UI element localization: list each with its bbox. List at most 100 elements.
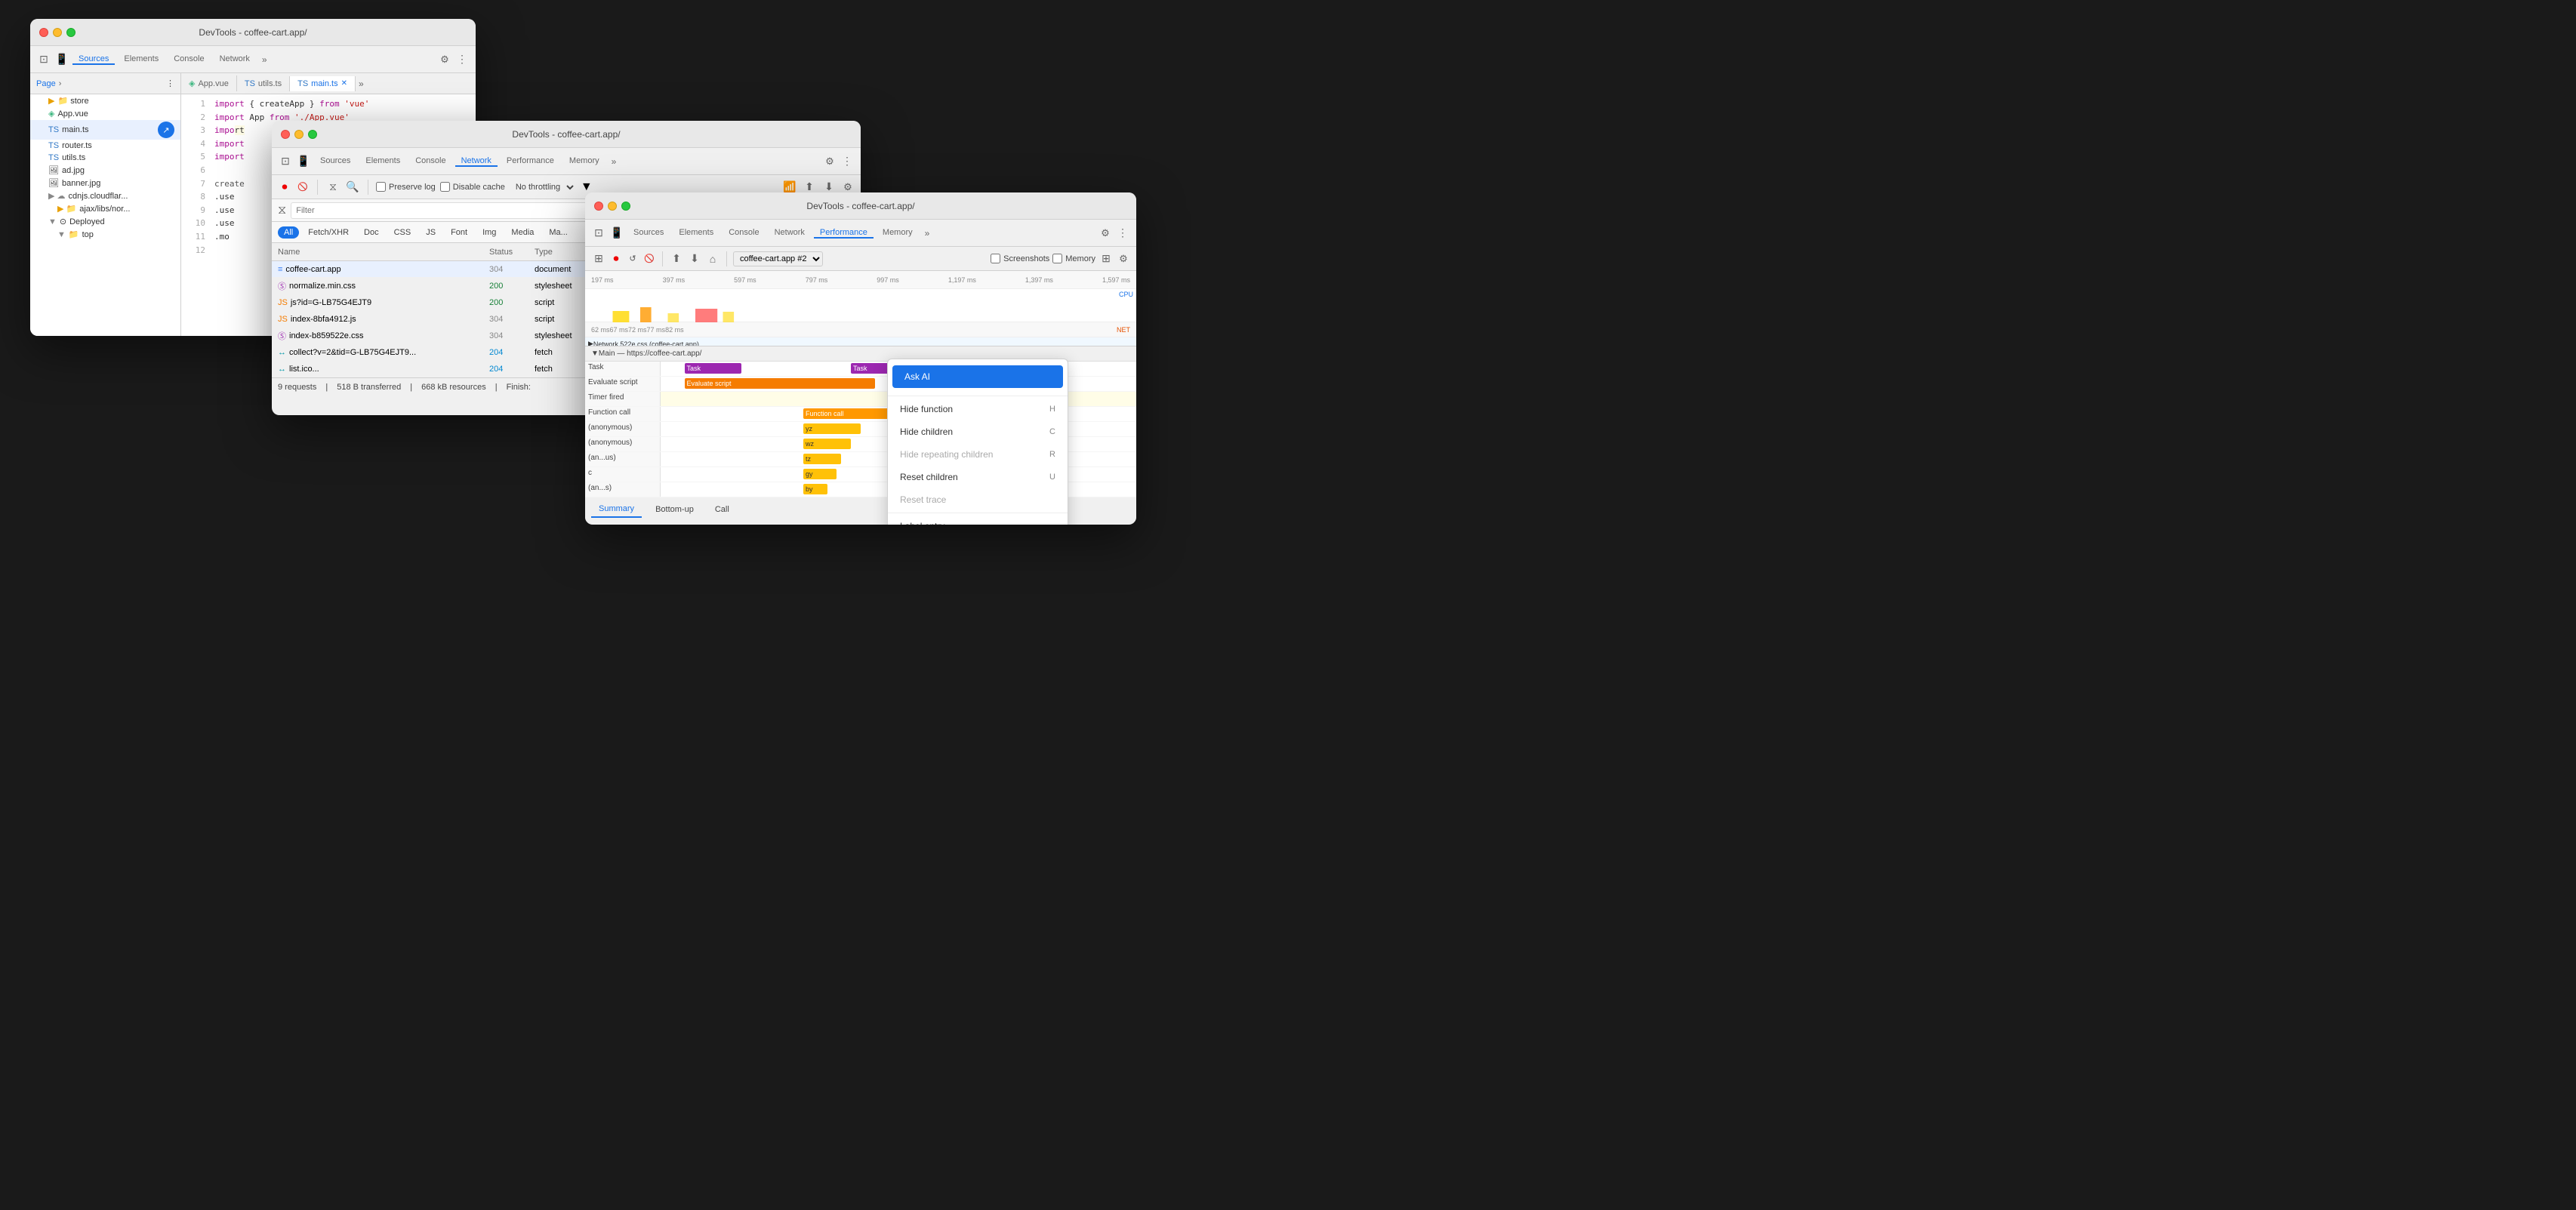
inspect-icon-2[interactable]: ⊡ — [278, 154, 293, 169]
perf-gear[interactable]: ⊞ — [1098, 251, 1114, 266]
ctx-ask-ai[interactable]: Ask AI — [892, 365, 1063, 388]
file-tree-menu[interactable]: ⋮ — [166, 79, 174, 88]
preserve-log-checkbox[interactable] — [376, 182, 386, 192]
screenshots-label[interactable]: Screenshots — [991, 254, 1049, 263]
type-media[interactable]: Media — [505, 226, 540, 239]
minimize-button-2[interactable] — [294, 130, 304, 139]
tab3-sources[interactable]: Sources — [627, 228, 670, 239]
settings-icon[interactable]: ⚙ — [438, 53, 451, 66]
close-button-2[interactable] — [281, 130, 290, 139]
type-fetchxhr[interactable]: Fetch/XHR — [302, 226, 355, 239]
menu-icon-2[interactable]: ⋮ — [840, 154, 855, 169]
settings-icon-2[interactable]: ⚙ — [823, 155, 837, 168]
tab-bottomup[interactable]: Bottom-up — [648, 502, 701, 517]
file-item-bannerjpg[interactable]: 🖼 banner.jpg — [30, 177, 180, 189]
close-button-3[interactable] — [594, 202, 603, 211]
file-item-appvue[interactable]: ◈ App.vue — [30, 107, 180, 120]
more-tabs-btn-2[interactable]: » — [609, 155, 620, 168]
tab-appvue[interactable]: ◈App.vue — [181, 75, 237, 91]
anon-block-by[interactable]: by — [803, 484, 827, 494]
tab3-network[interactable]: Network — [769, 228, 811, 239]
search-icon[interactable]: 🔍 — [345, 180, 360, 195]
reload-record-button[interactable]: ↺ — [626, 252, 639, 266]
maximize-button[interactable] — [66, 28, 75, 37]
tab-calltree[interactable]: Call — [707, 502, 737, 517]
maximize-button-2[interactable] — [308, 130, 317, 139]
tab-summary[interactable]: Summary — [591, 501, 642, 518]
more-tabs-btn-3[interactable]: » — [922, 226, 933, 240]
file-item-top[interactable]: ▼ 📁 top — [30, 228, 180, 241]
disable-cache-label[interactable]: Disable cache — [440, 182, 505, 192]
anon-block-yz[interactable]: yz — [803, 423, 861, 434]
anon-block-gy[interactable]: gy — [803, 469, 837, 479]
tab-sources[interactable]: Sources — [72, 54, 115, 65]
tab3-performance[interactable]: Performance — [814, 228, 874, 239]
preserve-log-label[interactable]: Preserve log — [376, 182, 436, 192]
type-css[interactable]: CSS — [388, 226, 418, 239]
tab3-console[interactable]: Console — [723, 228, 765, 239]
clear-perf-button[interactable]: 🚫 — [642, 252, 656, 266]
memory-checkbox[interactable] — [1052, 254, 1062, 263]
file-item-routerts[interactable]: TS router.ts — [30, 140, 180, 152]
device-icon-3[interactable]: 📱 — [609, 226, 624, 241]
type-doc[interactable]: Doc — [358, 226, 385, 239]
anon-block-tz[interactable]: tz — [803, 454, 841, 464]
type-font[interactable]: Font — [445, 226, 473, 239]
tab2-elements[interactable]: Elements — [359, 156, 406, 167]
tab-console[interactable]: Console — [168, 54, 210, 65]
memory-label[interactable]: Memory — [1052, 254, 1095, 263]
tab2-sources[interactable]: Sources — [314, 156, 356, 167]
file-item-utilsts[interactable]: TS utils.ts — [30, 152, 180, 164]
record-button[interactable]: ⏺ — [278, 180, 291, 194]
ctx-reset-children[interactable]: Reset children U — [888, 466, 1068, 488]
type-manifest[interactable]: Ma... — [543, 226, 573, 239]
tab2-memory[interactable]: Memory — [563, 156, 605, 167]
tab2-console[interactable]: Console — [409, 156, 451, 167]
menu-icon-3[interactable]: ⋮ — [1115, 226, 1130, 241]
file-item-store[interactable]: ▶ 📁 store — [30, 94, 180, 107]
tab-utilsts[interactable]: TSutils.ts — [237, 76, 290, 91]
throttle-select[interactable]: No throttling — [510, 180, 576, 194]
file-item-adjpg[interactable]: 🖼 ad.jpg — [30, 164, 180, 177]
tab-maints[interactable]: TSmain.ts ✕ — [290, 76, 356, 91]
tab-elements[interactable]: Elements — [118, 54, 165, 65]
home-icon[interactable]: ⌂ — [705, 251, 720, 266]
more-tabs-btn[interactable]: » — [259, 53, 270, 66]
minimize-button-3[interactable] — [608, 202, 617, 211]
open-in-new-icon[interactable]: ↗ — [158, 122, 174, 138]
file-item-deployed[interactable]: ▼ ⊙ Deployed — [30, 215, 180, 228]
profile-selector[interactable]: coffee-cart.app #2 — [733, 251, 823, 266]
more-file-tabs[interactable]: » — [356, 77, 367, 91]
tab3-memory[interactable]: Memory — [877, 228, 919, 239]
type-img[interactable]: Img — [476, 226, 502, 239]
anon-block-wz[interactable]: wz — [803, 439, 851, 449]
close-button[interactable] — [39, 28, 48, 37]
device-icon-2[interactable]: 📱 — [296, 154, 311, 169]
network-settings[interactable]: ⚙ — [841, 180, 855, 194]
ctx-hide-children[interactable]: Hide children C — [888, 420, 1068, 443]
tab3-elements[interactable]: Elements — [673, 228, 719, 239]
download-perf-icon[interactable]: ⬇ — [687, 251, 702, 266]
perf-settings[interactable]: ⚙ — [1117, 252, 1130, 266]
disable-cache-checkbox[interactable] — [440, 182, 450, 192]
inspect-icon[interactable]: ⊡ — [36, 52, 51, 67]
record-perf-button[interactable]: ⏺ — [609, 252, 623, 266]
ctx-hide-function[interactable]: Hide function H — [888, 398, 1068, 420]
file-item-ajax[interactable]: ▶ 📁 ajax/libs/nor... — [30, 202, 180, 215]
filter-icon[interactable]: ⧖ — [325, 180, 340, 195]
maximize-button-3[interactable] — [621, 202, 630, 211]
file-item-maints[interactable]: TS main.ts ↗ — [30, 120, 180, 140]
device-icon[interactable]: 📱 — [54, 52, 69, 67]
screenshots-checkbox[interactable] — [991, 254, 1000, 263]
panel-layout-icon[interactable]: ⊞ — [591, 251, 606, 266]
upload-perf-icon[interactable]: ⬆ — [669, 251, 684, 266]
type-js[interactable]: JS — [420, 226, 442, 239]
menu-icon[interactable]: ⋮ — [454, 52, 470, 67]
clear-button[interactable]: 🚫 — [296, 180, 310, 194]
eval-block[interactable]: Evaluate script — [685, 378, 875, 389]
tab2-performance[interactable]: Performance — [501, 156, 560, 167]
settings-icon-3[interactable]: ⚙ — [1098, 226, 1112, 240]
task-block[interactable]: Task — [685, 363, 742, 374]
file-item-cdnjs[interactable]: ▶ ☁ cdnjs.cloudflar... — [30, 189, 180, 202]
minimize-button[interactable] — [53, 28, 62, 37]
